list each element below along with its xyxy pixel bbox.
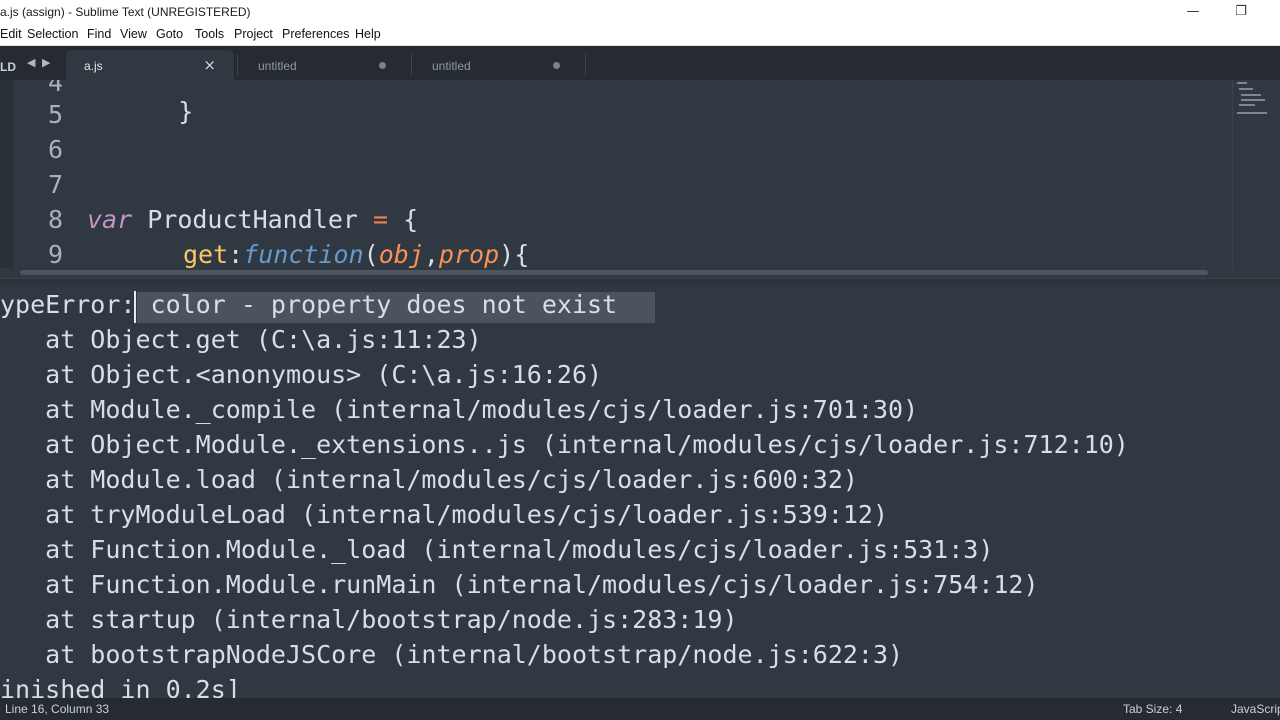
code-colon: :: [228, 240, 244, 268]
close-icon[interactable]: ×: [203, 56, 216, 74]
horizontal-scrollbar[interactable]: [20, 270, 1208, 275]
tab-label: a.js: [84, 59, 103, 73]
menu-view[interactable]: View: [120, 27, 147, 41]
minimap-line: [1237, 82, 1247, 84]
tab-divider: [585, 54, 586, 76]
tab-divider: [411, 54, 412, 76]
menu-preferences[interactable]: Preferences: [282, 27, 349, 41]
code-comma: ,: [423, 240, 439, 268]
code-brace: }: [178, 97, 194, 126]
cursor-position: Line 16, Column 33: [5, 702, 110, 716]
tab-label: untitled: [432, 59, 471, 73]
minimize-button[interactable]: —: [1170, 2, 1216, 22]
menu-bar: Edit Selection Find View Goto Tools Proj…: [0, 24, 1280, 46]
tab-size-setting[interactable]: Tab Size: 4: [1123, 702, 1182, 716]
code-paren: ){: [499, 240, 530, 268]
line-number: 5: [47, 100, 63, 129]
tab-forward-icon[interactable]: ▶: [42, 56, 50, 69]
output-line: at startup (internal/bootstrap/node.js:2…: [0, 605, 738, 634]
tab-label: untitled: [258, 59, 297, 73]
status-bar: Line 16, Column 33 Tab Size: 4 JavaScrip…: [0, 698, 1280, 720]
panel-divider[interactable]: [0, 278, 1280, 285]
output-line: at Object.Module._extensions..js (intern…: [0, 430, 1129, 459]
menu-project[interactable]: Project: [234, 27, 273, 41]
code-param: prop: [438, 240, 500, 268]
output-line: at Function.Module.runMain (internal/mod…: [0, 570, 1039, 599]
modified-dot-icon[interactable]: [553, 62, 560, 69]
code-line-8: var ProductHandler = {: [87, 205, 418, 234]
window-title: a.js (assign) - Sublime Text (UNREGISTER…: [0, 5, 251, 19]
minimap-line: [1237, 112, 1267, 114]
output-line: inished in 0.2s]: [0, 675, 241, 698]
menu-edit[interactable]: Edit: [0, 27, 22, 41]
minimap[interactable]: [1232, 80, 1280, 268]
output-line: at tryModuleLoad (internal/modules/cjs/l…: [0, 500, 889, 529]
output-line: at Function.Module._load (internal/modul…: [0, 535, 994, 564]
code-line-4: }: [118, 80, 193, 155]
minimap-line: [1239, 104, 1255, 106]
title-bar: a.js (assign) - Sublime Text (UNREGISTER…: [0, 0, 1280, 24]
line-number: 6: [47, 135, 63, 164]
code-identifier: ProductHandler: [147, 205, 358, 234]
build-output-panel[interactable]: ypeError: color - property does not exis…: [0, 285, 1280, 698]
menu-goto[interactable]: Goto: [156, 27, 183, 41]
modified-dot-icon[interactable]: [379, 62, 386, 69]
syntax-selector[interactable]: JavaScript: [1231, 702, 1280, 716]
menu-help[interactable]: Help: [355, 27, 381, 41]
menu-find[interactable]: Find: [87, 27, 111, 41]
output-line: at Module.load (internal/modules/cjs/loa…: [0, 465, 858, 494]
tab-untitled-2[interactable]: untitled: [414, 50, 582, 80]
line-number: 7: [47, 170, 63, 199]
code-line-9: get:function(obj,prop){: [183, 240, 529, 268]
output-line: at Object.<anonymous> (C:\a.js:16:26): [0, 360, 603, 389]
output-line: at Object.get (C:\a.js:11:23): [0, 325, 482, 354]
menu-selection[interactable]: Selection: [27, 27, 78, 41]
line-number: 8: [47, 205, 63, 234]
code-operator: =: [373, 205, 389, 234]
output-line: ypeError: color - property does not exis…: [0, 290, 618, 319]
minimap-line: [1241, 99, 1265, 101]
code-keyword: var: [87, 205, 133, 234]
minimap-line: [1241, 94, 1261, 96]
code-editor[interactable]: 4 5 6 7 8 9 } var ProductHandler = { get…: [0, 80, 1280, 268]
output-line: at Module._compile (internal/modules/cjs…: [0, 395, 919, 424]
line-number: 9: [47, 240, 63, 268]
tab-divider: [237, 54, 238, 76]
tab-back-icon[interactable]: ◀: [27, 56, 35, 69]
code-brace: {: [403, 205, 419, 234]
menu-tools[interactable]: Tools: [195, 27, 224, 41]
output-line: at bootstrapNodeJSCore (internal/bootstr…: [0, 640, 904, 669]
line-number: 4: [47, 80, 63, 97]
code-keyword: function: [243, 240, 364, 268]
tab-a-js[interactable]: a.js ×: [66, 50, 234, 80]
tab-bar: LD ◀ ▶ a.js × untitled untitled: [0, 46, 1280, 80]
code-property: get: [183, 240, 229, 268]
tab-untitled-1[interactable]: untitled: [240, 50, 408, 80]
minimap-line: [1239, 88, 1253, 90]
code-paren: (: [363, 240, 379, 268]
restore-button[interactable]: ❐: [1218, 2, 1264, 22]
code-param: obj: [378, 240, 424, 268]
sidebar-folder-label[interactable]: LD: [0, 60, 16, 74]
